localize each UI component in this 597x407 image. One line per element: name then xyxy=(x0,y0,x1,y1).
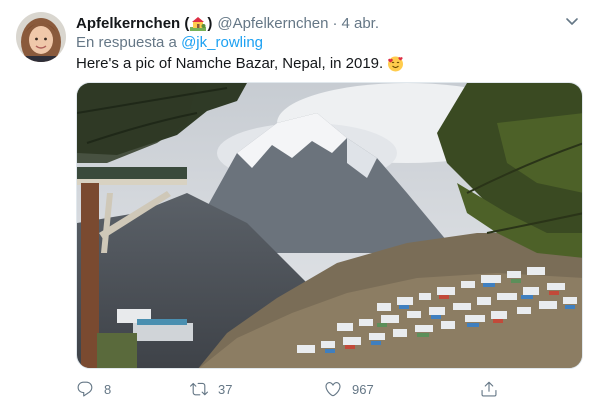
house-with-garden-emoji-icon xyxy=(190,15,207,31)
share-icon xyxy=(480,380,498,398)
chevron-down-icon[interactable] xyxy=(563,12,581,30)
separator-dot: · xyxy=(332,14,338,32)
tweet-header: Apfelkernchen ( ) @Apfelkernchen · 4 abr… xyxy=(76,13,557,33)
retweet-button[interactable]: 37 xyxy=(190,378,232,400)
reply-mention-link[interactable]: @jk_rowling xyxy=(181,34,263,51)
tweet-body: Here's a pic of Namche Bazar, Nepal, in … xyxy=(76,55,384,72)
share-button[interactable] xyxy=(480,378,498,400)
smiling-face-with-hearts-emoji-icon xyxy=(387,55,404,72)
tweet-date[interactable]: 4 abr. xyxy=(341,15,379,32)
display-name-close: ) xyxy=(207,14,213,32)
reply-context: En respuesta a @jk_rowling xyxy=(76,34,263,52)
tweet-photo[interactable] xyxy=(76,82,583,369)
tweet[interactable]: Apfelkernchen ( ) @Apfelkernchen · 4 abr… xyxy=(0,0,597,407)
namche-bazar-photo xyxy=(77,83,582,368)
reply-count: 8 xyxy=(104,381,112,397)
retweet-count: 37 xyxy=(218,381,233,397)
like-count: 967 xyxy=(352,381,374,397)
tweet-text: Here's a pic of Namche Bazar, Nepal, in … xyxy=(76,55,404,72)
tweet-actions: 8 37 967 xyxy=(76,378,583,400)
display-name[interactable]: Apfelkernchen ( xyxy=(76,15,189,32)
heart-icon xyxy=(324,380,342,398)
like-button[interactable]: 967 xyxy=(324,378,374,400)
user-handle[interactable]: @Apfelkernchen xyxy=(217,15,328,32)
avatar[interactable] xyxy=(16,12,66,62)
reply-button[interactable]: 8 xyxy=(76,378,111,400)
comment-icon xyxy=(76,380,94,398)
reply-prefix: En respuesta a xyxy=(76,34,177,51)
retweet-icon xyxy=(190,380,208,398)
